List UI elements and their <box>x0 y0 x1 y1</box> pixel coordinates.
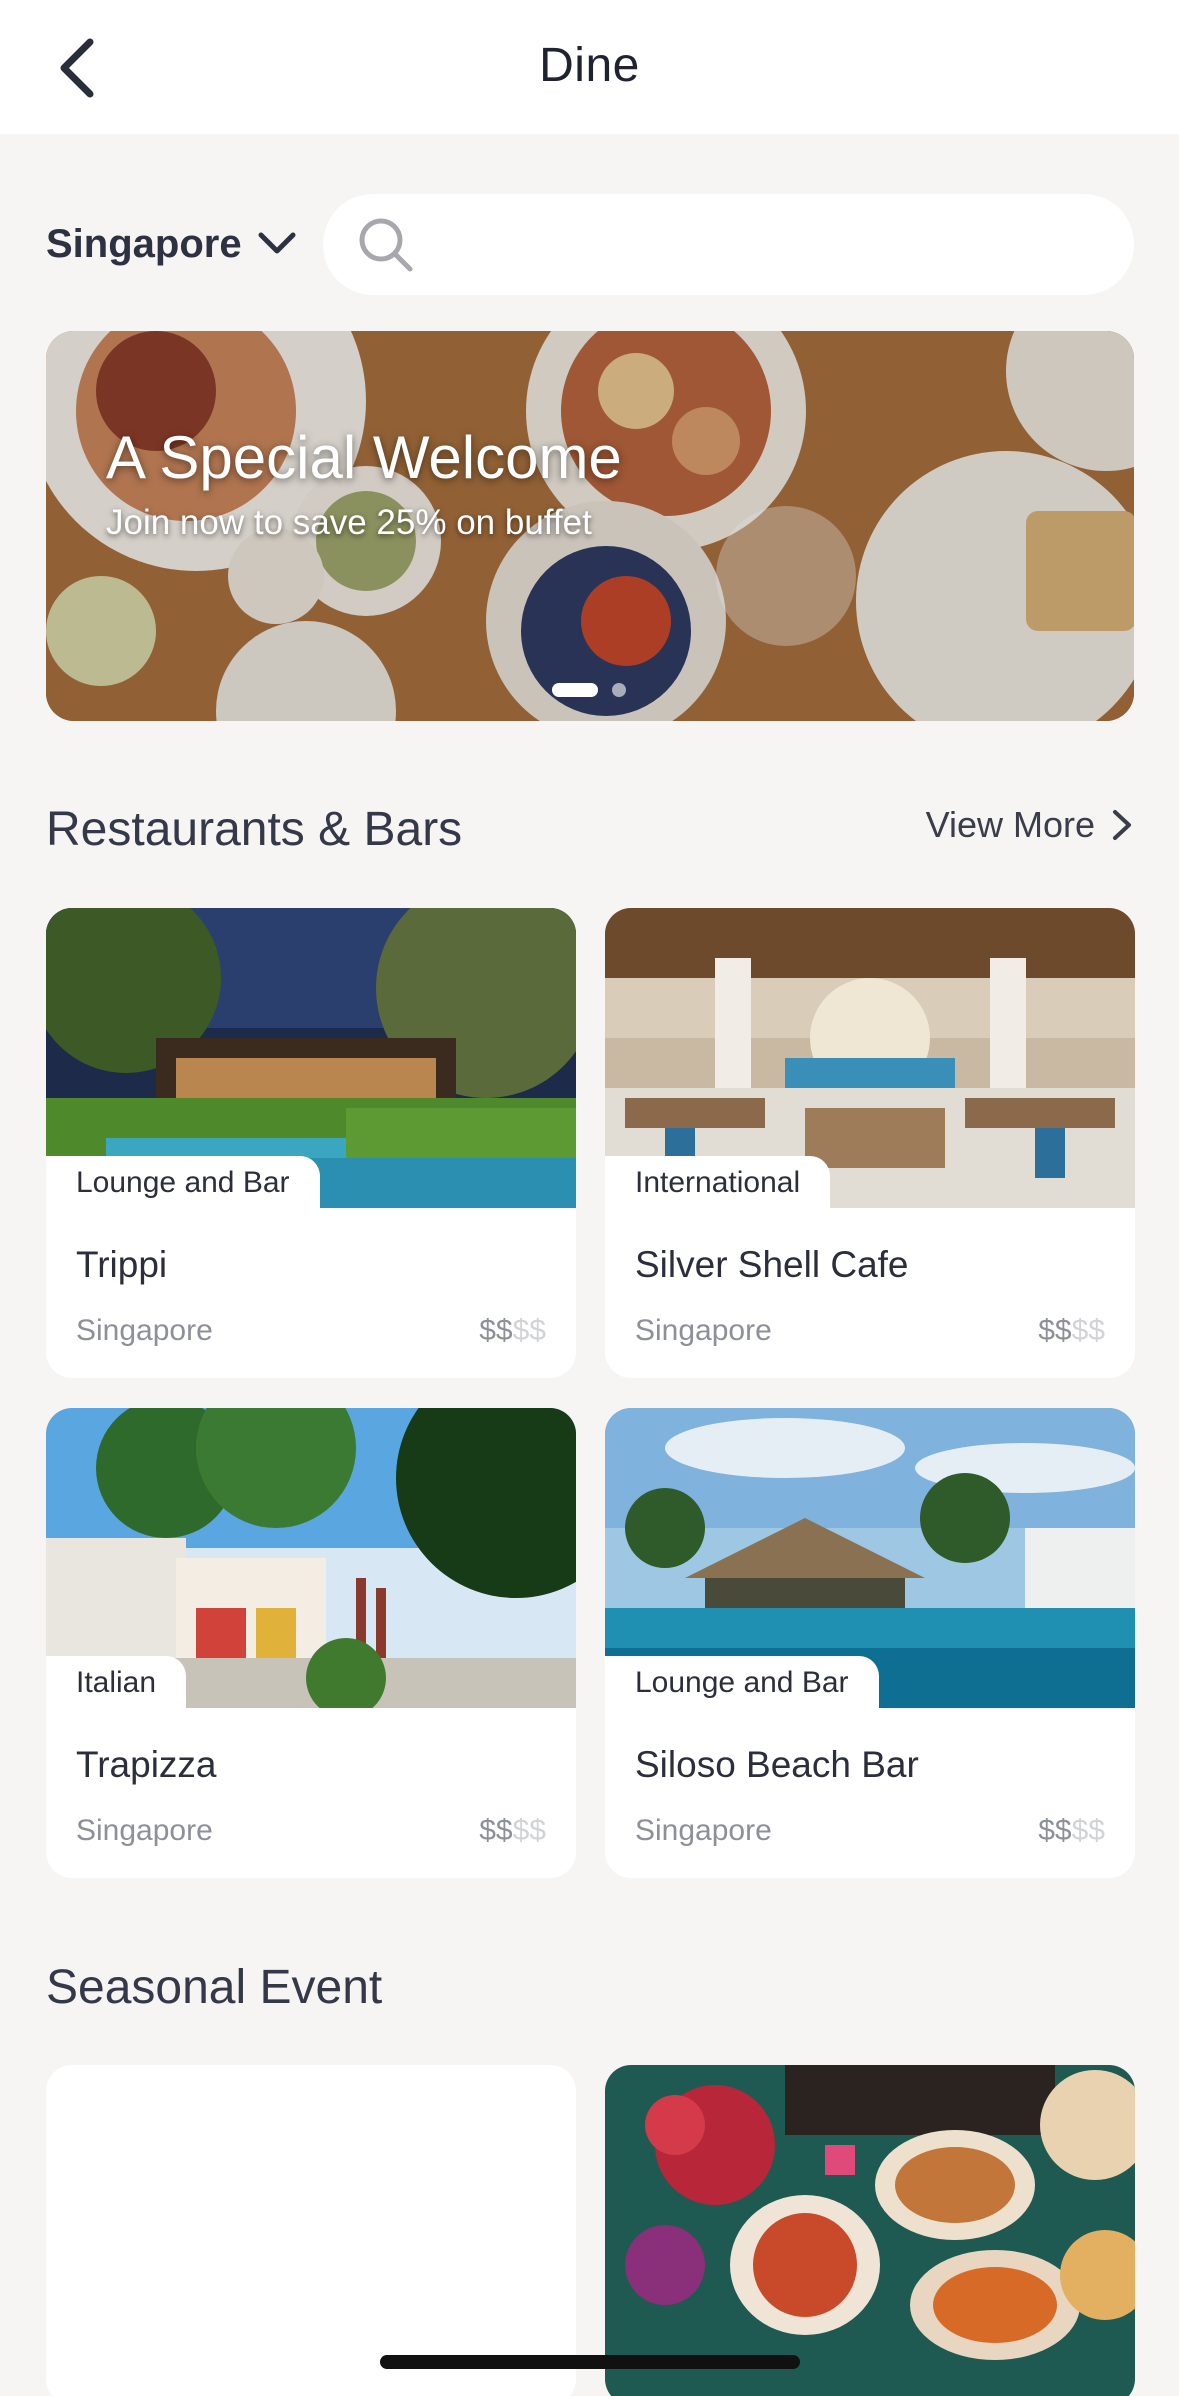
chevron-down-icon <box>258 232 296 254</box>
page-title: Dine <box>539 39 640 92</box>
carousel-dot <box>612 683 626 697</box>
price-level-active: $$ <box>1038 1314 1072 1347</box>
top-app-bar: Dine <box>0 0 1179 134</box>
price-level-inactive: $$ <box>512 1314 546 1347</box>
price-level-active: $$ <box>479 1314 513 1347</box>
event-card[interactable] <box>605 2065 1135 2396</box>
carousel-dot-active <box>552 683 598 697</box>
cuisine-tag: Lounge and Bar <box>46 1156 320 1210</box>
price-level: $$$$ <box>479 1814 546 1848</box>
search-bar[interactable] <box>323 194 1134 295</box>
carousel-indicator <box>552 683 626 697</box>
price-level: $$$$ <box>479 1314 546 1348</box>
banner-subtitle: Join now to save 25% on buffet <box>106 503 592 542</box>
cuisine-tag: International <box>605 1156 831 1210</box>
chevron-right-icon <box>1113 810 1131 840</box>
price-level-inactive: $$ <box>1071 1814 1105 1847</box>
restaurant-location: Singapore <box>76 1814 213 1847</box>
search-icon <box>359 218 413 271</box>
view-more-label: View More <box>925 804 1095 845</box>
home-indicator <box>380 2355 800 2369</box>
search-input[interactable] <box>435 225 1075 264</box>
restaurant-location: Singapore <box>76 1314 213 1347</box>
event-image <box>605 2065 1135 2396</box>
price-level-active: $$ <box>1038 1814 1072 1847</box>
restaurant-location: Singapore <box>635 1814 772 1847</box>
price-level-active: $$ <box>479 1814 513 1847</box>
cuisine-tag: Italian <box>46 1656 187 1710</box>
banner-title: A Special Welcome <box>106 424 622 491</box>
price-level-inactive: $$ <box>1071 1314 1105 1347</box>
restaurant-name: Trapizza <box>76 1744 217 1785</box>
price-level-inactive: $$ <box>512 1814 546 1847</box>
restaurant-card[interactable]: Lounge and Bar Siloso Beach Bar Singapor… <box>605 1408 1135 1878</box>
promo-banner[interactable]: A Special Welcome Join now to save 25% o… <box>46 331 1134 721</box>
section-title-seasonal: Seasonal Event <box>46 1961 383 2014</box>
restaurant-card[interactable]: Italian Trapizza Singapore $$$$ <box>46 1408 576 1878</box>
event-card[interactable] <box>46 2065 576 2396</box>
location-label: Singapore <box>46 221 242 266</box>
restaurant-name: Silver Shell Cafe <box>635 1244 909 1285</box>
cuisine-tag: Lounge and Bar <box>605 1656 879 1710</box>
restaurant-card[interactable]: Lounge and Bar Trippi Singapore $$$$ <box>46 908 576 1378</box>
restaurant-name: Siloso Beach Bar <box>635 1744 919 1785</box>
location-selector[interactable]: Singapore <box>46 216 296 272</box>
price-level: $$$$ <box>1038 1814 1105 1848</box>
section-title-restaurants: Restaurants & Bars <box>46 803 463 856</box>
restaurant-card[interactable]: International Silver Shell Cafe Singapor… <box>605 908 1135 1378</box>
view-more-link[interactable]: View More <box>926 804 1133 846</box>
restaurant-name: Trippi <box>76 1244 168 1285</box>
restaurant-location: Singapore <box>635 1314 772 1347</box>
price-level: $$$$ <box>1038 1314 1105 1348</box>
